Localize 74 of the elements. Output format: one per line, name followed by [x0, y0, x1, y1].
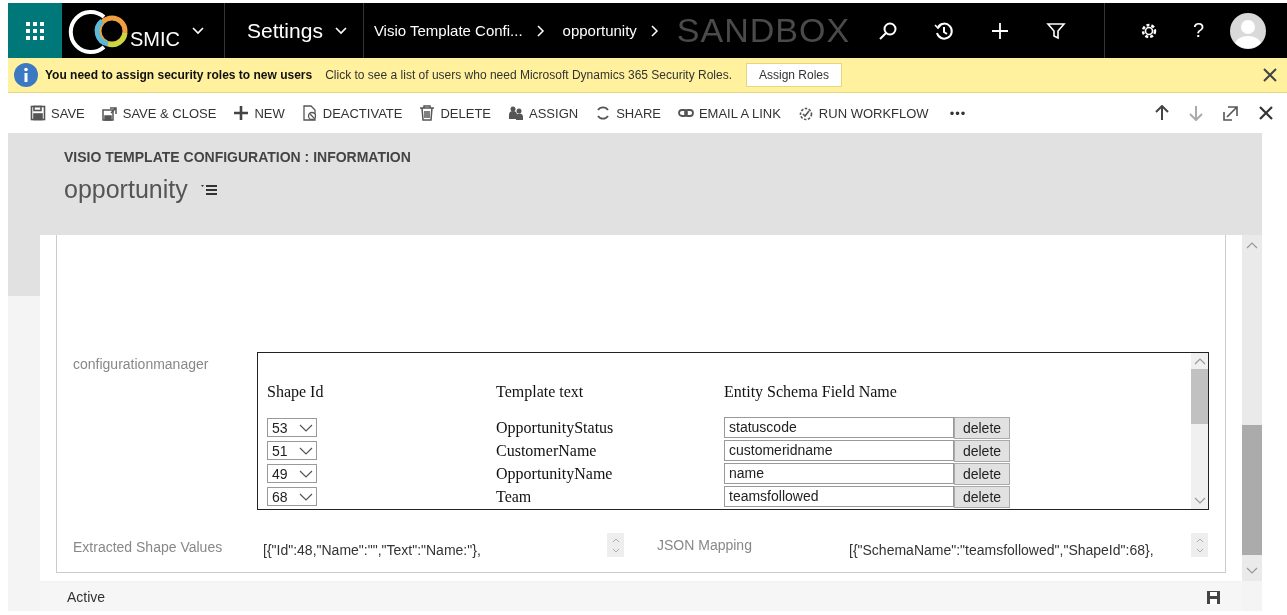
command-button[interactable]: SAVE & CLOSE — [101, 105, 217, 121]
template-text: CustomerName — [496, 441, 598, 460]
delete-button[interactable]: delete — [954, 462, 1010, 485]
delete-button[interactable]: delete — [954, 485, 1010, 508]
field-value: [{"SchemaName":"teamsfollowed","ShapeId":68}, — [849, 542, 1155, 558]
pop-out-icon[interactable] — [1223, 105, 1239, 121]
delete-button[interactable]: delete — [954, 439, 1010, 462]
column-header: Template text — [496, 383, 585, 401]
environment-label: SANDBOX — [676, 11, 851, 50]
schema-field-input[interactable]: statuscode — [724, 416, 954, 438]
shape-id-dropdown[interactable]: 51 — [267, 441, 317, 460]
entity-title: VISIO TEMPLATE CONFIGURATION : INFORMATION — [64, 148, 412, 165]
document-icon — [301, 105, 318, 121]
workflow-icon — [797, 105, 814, 121]
arrow-up-icon[interactable] — [1155, 105, 1169, 121]
logo-text: SMIC — [130, 28, 180, 51]
shape-id-dropdown[interactable]: 53 — [267, 418, 317, 437]
record-name: opportunity — [64, 175, 188, 204]
save-close-icon — [101, 105, 118, 121]
app-launcher-button[interactable] — [8, 3, 62, 58]
field-label: JSON Mapping — [657, 537, 753, 553]
command-button[interactable]: DEACTIVATE — [301, 105, 403, 121]
close-icon[interactable] — [1259, 106, 1273, 120]
field-label: configurationmanager — [73, 355, 210, 372]
chevron-down-icon — [299, 469, 313, 478]
info-icon — [14, 63, 38, 87]
plus-icon — [233, 105, 250, 121]
more-commands-button[interactable]: ••• — [949, 105, 967, 121]
command-button[interactable]: ASSIGN — [508, 105, 579, 121]
chevron-down-icon — [334, 26, 347, 35]
command-button[interactable]: SHARE — [595, 105, 661, 121]
chevron-right-icon — [650, 24, 659, 37]
history-icon[interactable] — [934, 20, 955, 41]
filter-icon[interactable] — [1046, 20, 1067, 41]
notification-title: You need to assign security roles to new users — [45, 68, 313, 82]
delete-button[interactable]: delete — [954, 416, 1010, 439]
command-button[interactable]: DELETE — [419, 105, 492, 121]
shape-id-dropdown[interactable]: 68 — [267, 487, 317, 506]
command-button[interactable]: RUN WORKFLOW — [797, 105, 929, 121]
save-icon[interactable] — [1207, 590, 1220, 604]
grid-icon — [26, 21, 44, 40]
form-menu-icon[interactable] — [199, 182, 218, 197]
notification-message[interactable]: Click to see a list of users who need Microsoft Dynamics 365 Security Roles. — [325, 68, 732, 82]
chevron-down-icon — [299, 446, 313, 455]
record-status: Active — [67, 589, 106, 605]
command-button[interactable]: EMAIL A LINK — [677, 105, 781, 121]
save-icon — [30, 105, 46, 121]
share-icon — [595, 105, 612, 121]
breadcrumb-link[interactable]: Visio Template Confi... — [373, 22, 523, 39]
chevron-down-icon — [299, 423, 313, 432]
field-label: Extracted Shape Values — [73, 538, 224, 555]
avatar-icon[interactable] — [1230, 12, 1267, 49]
schema-field-input[interactable]: customeridname — [724, 439, 954, 461]
breadcrumb-link[interactable]: opportunity — [562, 22, 637, 39]
people-icon — [508, 105, 525, 121]
assign-roles-button[interactable]: Assign Roles — [746, 63, 843, 87]
command-button[interactable]: SAVE — [30, 105, 85, 121]
plus-icon[interactable] — [990, 20, 1011, 41]
search-icon[interactable] — [878, 20, 899, 41]
command-button[interactable]: NEW — [233, 105, 285, 121]
chevron-right-icon — [536, 24, 545, 37]
template-text: Team — [496, 487, 533, 506]
help-button[interactable]: ? — [1193, 19, 1205, 42]
close-icon[interactable] — [1263, 68, 1277, 82]
column-header: Shape Id — [267, 383, 325, 401]
template-text: OpportunityName — [496, 464, 614, 483]
trash-icon — [419, 105, 436, 121]
column-header: Entity Schema Field Name — [724, 383, 897, 401]
field-value: [{"Id":48,"Name":"","Text":"Name:"}, — [262, 542, 482, 558]
schema-field-input[interactable]: teamsfollowed — [724, 485, 954, 507]
chevron-down-icon — [299, 492, 313, 501]
schema-field-input[interactable]: name — [724, 462, 954, 484]
shape-id-dropdown[interactable]: 49 — [267, 464, 317, 483]
template-text: OpportunityStatus — [496, 418, 615, 437]
